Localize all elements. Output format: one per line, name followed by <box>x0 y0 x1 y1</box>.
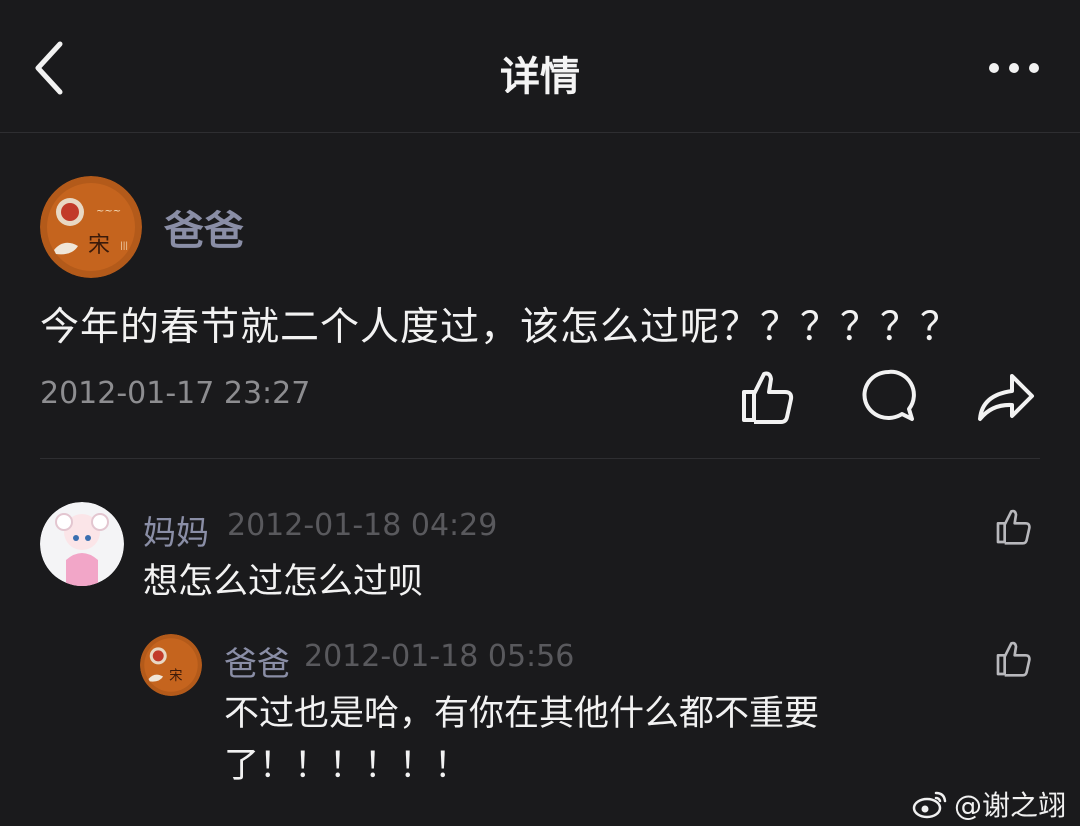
reply-like-button[interactable] <box>994 638 1034 678</box>
avatar-seal-text: 宋 <box>88 233 110 258</box>
more-horizontal-icon <box>989 63 1039 73</box>
thumbs-up-icon <box>742 371 794 424</box>
comment-timestamp: 2012-01-18 04:29 <box>227 508 498 543</box>
thumbs-up-icon <box>996 641 1031 677</box>
weibo-logo-icon <box>912 791 947 819</box>
comment-button[interactable] <box>858 366 918 426</box>
avatar-seal-text: 宋 <box>169 668 182 684</box>
share-button[interactable] <box>976 366 1036 426</box>
like-button[interactable] <box>738 366 798 426</box>
post-timestamp: 2012-01-17 23:27 <box>40 376 311 411</box>
thumbs-up-icon <box>996 509 1031 545</box>
post-author-name[interactable]: 爸爸 <box>164 198 244 256</box>
page-title: 详情 <box>500 54 580 100</box>
reply-text: 不过也是哈，有你在其他什么都不重要了！！！！！！ <box>224 694 820 786</box>
svg-text:|||: ||| <box>120 241 128 250</box>
more-button[interactable] <box>988 58 1040 78</box>
post-author-avatar[interactable]: ~~~ ||| 宋 <box>40 176 142 278</box>
top-bar: 详情 <box>0 0 1080 133</box>
share-arrow-icon <box>978 374 1034 421</box>
reply-author-avatar[interactable]: 宋 <box>140 634 202 696</box>
comment-author-avatar[interactable] <box>40 502 124 586</box>
comment-author-name[interactable]: 妈妈 <box>143 506 209 554</box>
post-text: 今年的春节就二个人度过，该怎么过呢？？？？？？ <box>40 305 961 350</box>
divider <box>40 458 1040 459</box>
comment-like-button[interactable] <box>994 506 1034 546</box>
comment-bubble-icon <box>862 369 916 421</box>
reply-timestamp: 2012-01-18 05:56 <box>304 639 575 674</box>
comment-text: 想怎么过怎么过呗 <box>143 562 424 602</box>
watermark: @谢之翊 <box>912 784 1066 824</box>
svg-text:~~~: ~~~ <box>96 206 121 217</box>
watermark-text: @谢之翊 <box>953 789 1066 822</box>
reply-author-name[interactable]: 爸爸 <box>224 637 290 685</box>
